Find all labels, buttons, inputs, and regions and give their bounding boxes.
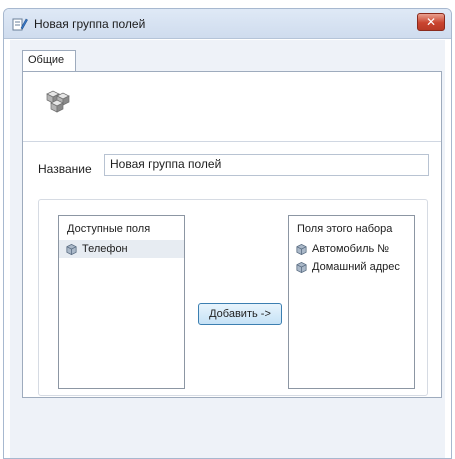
window-title: Новая группа полей	[34, 17, 146, 31]
available-fields-header: Доступные поля	[67, 223, 151, 235]
field-bubble-icon	[296, 243, 307, 255]
list-item-label: Телефон	[82, 243, 128, 255]
set-fields-header: Поля этого набора	[297, 223, 393, 235]
tab-panel-general: Название Новая группа полей Доступные по…	[22, 71, 442, 398]
tab-general[interactable]: Общие	[22, 50, 76, 72]
list-item-label: Домашний адрес	[312, 261, 400, 273]
set-fields-list[interactable]: Поля этого набора Автомобиль № Домашний …	[288, 215, 415, 389]
dialog-client-area: Общие Название Новая группа полей Доступ…	[10, 40, 445, 458]
tab-general-label: Общие	[28, 54, 65, 66]
dialog-window: Новая группа полей ✕ Общие Название Нова…	[3, 8, 452, 459]
cubes-icon	[46, 90, 70, 113]
header-band	[23, 72, 441, 142]
name-label: Название	[38, 162, 92, 176]
form-edit-icon	[12, 18, 28, 31]
name-input[interactable]: Новая группа полей	[104, 154, 429, 176]
available-fields-list[interactable]: Доступные поля Телефон	[58, 215, 185, 389]
field-bubble-icon	[66, 243, 77, 255]
list-item[interactable]: Телефон	[59, 240, 184, 258]
title-bar[interactable]: Новая группа полей ✕	[4, 9, 451, 39]
field-bubble-icon	[296, 261, 307, 273]
add-button[interactable]: Добавить ->	[198, 303, 282, 325]
list-item[interactable]: Домашний адрес	[289, 258, 414, 276]
list-item[interactable]: Автомобиль №	[289, 240, 414, 258]
close-icon: ✕	[425, 15, 437, 29]
close-button[interactable]: ✕	[417, 13, 445, 31]
list-item-label: Автомобиль №	[312, 243, 390, 255]
